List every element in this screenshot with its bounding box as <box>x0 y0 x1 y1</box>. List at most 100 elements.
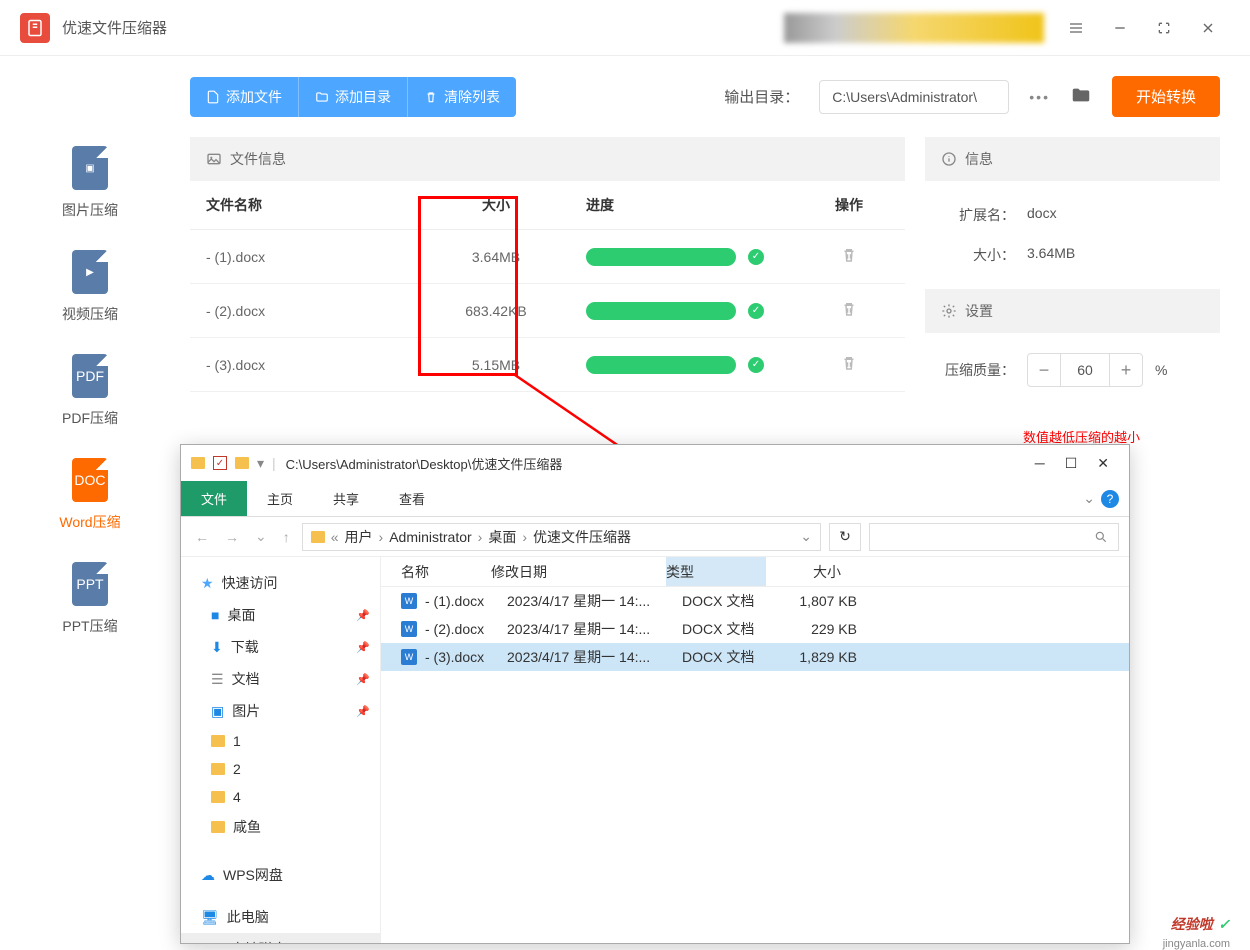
add-dir-button[interactable]: 添加目录 <box>299 77 408 117</box>
col-action: 操作 <box>809 195 889 215</box>
sidebar-label: 图片压缩 <box>62 200 118 220</box>
output-path-field[interactable]: C:\Users\Administrator\ <box>819 80 1009 114</box>
maximize-icon[interactable] <box>1142 8 1186 48</box>
sidebar-label: PDF压缩 <box>62 408 118 428</box>
checkbox-icon[interactable]: ✓ <box>213 456 227 470</box>
side-docs[interactable]: ☰文档📌 <box>181 663 380 695</box>
sidebar-item-word[interactable]: DOC Word压缩 <box>59 458 120 532</box>
tab-view[interactable]: 查看 <box>379 481 445 516</box>
start-convert-button[interactable]: 开始转换 <box>1112 76 1220 117</box>
explorer-file-row[interactable]: W - (3).docx 2023/4/17 星期一 14:... DOCX 文… <box>381 643 1129 671</box>
help-icon[interactable]: ? <box>1101 490 1119 508</box>
side-cdrive[interactable]: ⊟本地磁盘 (C:) <box>181 933 380 943</box>
side-pics[interactable]: ▣图片📌 <box>181 695 380 727</box>
clear-list-button[interactable]: 清除列表 <box>408 77 516 117</box>
delete-button[interactable] <box>840 359 858 375</box>
image-file-icon: ▣ <box>72 146 108 190</box>
titlebar: 优速文件压缩器 <box>0 0 1250 56</box>
close-icon[interactable] <box>1186 8 1230 48</box>
dropdown-icon[interactable]: ▾ <box>257 455 264 472</box>
word-doc-icon: W <box>401 649 417 665</box>
side-desktop[interactable]: ■桌面📌 <box>181 599 380 631</box>
sidebar-item-image[interactable]: ▣ 图片压缩 <box>62 146 118 220</box>
explorer-titlebar: ✓ ▾ | C:\Users\Administrator\Desktop\优速文… <box>181 445 1129 481</box>
side-pc[interactable]: 🖥此电脑 <box>181 901 380 933</box>
explorer-file-list: 名称 修改日期 类型 大小 W - (1).docx 2023/4/17 星期一… <box>381 557 1129 943</box>
quick-access[interactable]: ★快速访问 <box>181 567 380 599</box>
back-icon[interactable]: ← <box>191 525 213 549</box>
side-downloads[interactable]: ⬇下载📌 <box>181 631 380 663</box>
explorer-window: ✓ ▾ | C:\Users\Administrator\Desktop\优速文… <box>180 444 1130 944</box>
explorer-file-row[interactable]: W - (1).docx 2023/4/17 星期一 14:... DOCX 文… <box>381 587 1129 615</box>
menu-icon[interactable] <box>1054 8 1098 48</box>
side-folder[interactable]: 4 <box>181 783 380 811</box>
minimize-icon[interactable] <box>1098 8 1142 48</box>
exp-close-icon[interactable]: ✕ <box>1097 455 1109 472</box>
folder-icon <box>311 531 325 543</box>
table-row: - (3).docx 5.15MB ✓ <box>190 338 905 392</box>
delete-button[interactable] <box>840 251 858 267</box>
sidebar: ▣ 图片压缩 ▶ 视频压缩 PDF PDF压缩 DOC Word压缩 PPT P… <box>0 56 180 950</box>
exp-maximize-icon[interactable]: ☐ <box>1065 455 1078 472</box>
sidebar-label: Word压缩 <box>59 512 120 532</box>
sidebar-item-pdf[interactable]: PDF PDF压缩 <box>62 354 118 428</box>
quality-value[interactable]: 60 <box>1060 354 1110 386</box>
progress-bar <box>586 356 736 374</box>
pdf-file-icon: PDF <box>72 354 108 398</box>
breadcrumb[interactable]: « 用户› Administrator› 桌面› 优速文件压缩器 ⌄ <box>302 523 821 551</box>
progress-bar <box>586 248 736 266</box>
up-icon[interactable]: ↑ <box>279 525 294 549</box>
exp-minimize-icon[interactable]: ─ <box>1035 455 1045 472</box>
side-folder[interactable]: 2 <box>181 755 380 783</box>
delete-button[interactable] <box>840 305 858 321</box>
browse-button[interactable]: ••• <box>1029 89 1050 105</box>
sidebar-item-ppt[interactable]: PPT PPT压缩 <box>62 562 117 636</box>
file-panel-header: 文件信息 <box>190 137 905 181</box>
ext-value: docx <box>1027 205 1057 225</box>
video-file-icon: ▶ <box>72 250 108 294</box>
side-folder[interactable]: 咸鱼 <box>181 811 380 843</box>
sidebar-item-video[interactable]: ▶ 视频压缩 <box>62 250 118 324</box>
forward-icon[interactable]: → <box>221 525 243 549</box>
sidebar-label: 视频压缩 <box>62 304 118 324</box>
tab-share[interactable]: 共享 <box>313 481 379 516</box>
history-icon[interactable]: ⌄ <box>251 524 271 549</box>
decrease-button[interactable]: − <box>1028 354 1060 386</box>
ppt-file-icon: PPT <box>72 562 108 606</box>
quality-label: 压缩质量： <box>945 360 1015 380</box>
search-input[interactable] <box>869 523 1119 551</box>
chevron-down-icon[interactable]: ⌄ <box>1083 490 1095 507</box>
size-label: 大小： <box>945 245 1015 265</box>
info-panel: 信息 扩展名：docx 大小：3.64MB 设置 压缩质量： − 60 <box>925 137 1220 466</box>
sidebar-label: PPT压缩 <box>62 616 117 636</box>
word-file-icon: DOC <box>72 458 108 502</box>
folder-icon <box>191 457 205 469</box>
tab-file[interactable]: 文件 <box>181 481 247 516</box>
tab-home[interactable]: 主页 <box>247 481 313 516</box>
col-progress: 进度 <box>566 195 809 215</box>
refresh-button[interactable]: ↻ <box>829 523 861 551</box>
word-doc-icon: W <box>401 593 417 609</box>
table-row: - (1).docx 3.64MB ✓ <box>190 230 905 284</box>
add-file-button[interactable]: 添加文件 <box>190 77 299 117</box>
explorer-columns: 名称 修改日期 类型 大小 <box>381 557 1129 587</box>
side-folder[interactable]: 1 <box>181 727 380 755</box>
explorer-sidebar: ★快速访问 ■桌面📌 ⬇下载📌 ☰文档📌 ▣图片📌 1 2 4 咸鱼 ☁WPS网… <box>181 557 381 943</box>
output-dir-label: 输出目录： <box>724 86 799 107</box>
user-info-blurred <box>784 13 1044 43</box>
ecol-size[interactable]: 大小 <box>766 562 851 582</box>
ecol-name[interactable]: 名称 <box>381 562 491 582</box>
open-folder-icon[interactable] <box>1070 84 1092 109</box>
explorer-file-row[interactable]: W - (2).docx 2023/4/17 星期一 14:... DOCX 文… <box>381 615 1129 643</box>
ecol-type[interactable]: 类型 <box>666 557 766 586</box>
ecol-date[interactable]: 修改日期 <box>491 562 666 582</box>
app-title: 优速文件压缩器 <box>62 17 784 38</box>
toolbar: 添加文件 添加目录 清除列表 输出目录： C:\Users\Administra… <box>190 76 1220 117</box>
progress-bar <box>586 302 736 320</box>
success-icon: ✓ <box>748 357 764 373</box>
increase-button[interactable]: + <box>1110 354 1142 386</box>
side-wps[interactable]: ☁WPS网盘 <box>181 859 380 891</box>
size-value: 3.64MB <box>1027 245 1075 265</box>
quality-stepper[interactable]: − 60 + <box>1027 353 1143 387</box>
annotation-box <box>418 196 518 376</box>
